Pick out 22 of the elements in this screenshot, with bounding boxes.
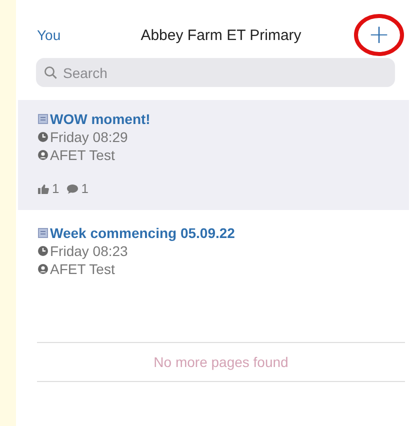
like-count: 1 — [52, 180, 60, 198]
post-item[interactable]: WOW moment! Friday 08:29 AFET Test 1 1 — [18, 100, 409, 210]
post-author: AFET Test — [50, 260, 115, 278]
post-time: Friday 08:29 — [50, 128, 128, 146]
post-author: AFET Test — [50, 146, 115, 164]
post-title: WOW moment! — [50, 110, 150, 128]
clock-icon — [38, 246, 48, 256]
status-text: No more pages found — [154, 354, 288, 370]
comment-count: 1 — [81, 180, 88, 198]
post-time: Friday 08:23 — [50, 242, 128, 260]
post-title: Week commencing 05.09.22 — [50, 224, 235, 242]
search-field[interactable]: Search — [36, 58, 395, 87]
page-icon — [38, 114, 48, 124]
user-icon — [38, 264, 48, 274]
clock-icon — [38, 132, 48, 142]
comment-icon — [67, 184, 78, 194]
page-title: Abbey Farm ET Primary — [140, 26, 302, 44]
thumbs-up-icon — [38, 184, 49, 194]
search-icon — [44, 66, 57, 79]
page-icon — [38, 228, 48, 238]
back-link[interactable]: You — [37, 27, 107, 43]
user-icon — [38, 150, 48, 160]
